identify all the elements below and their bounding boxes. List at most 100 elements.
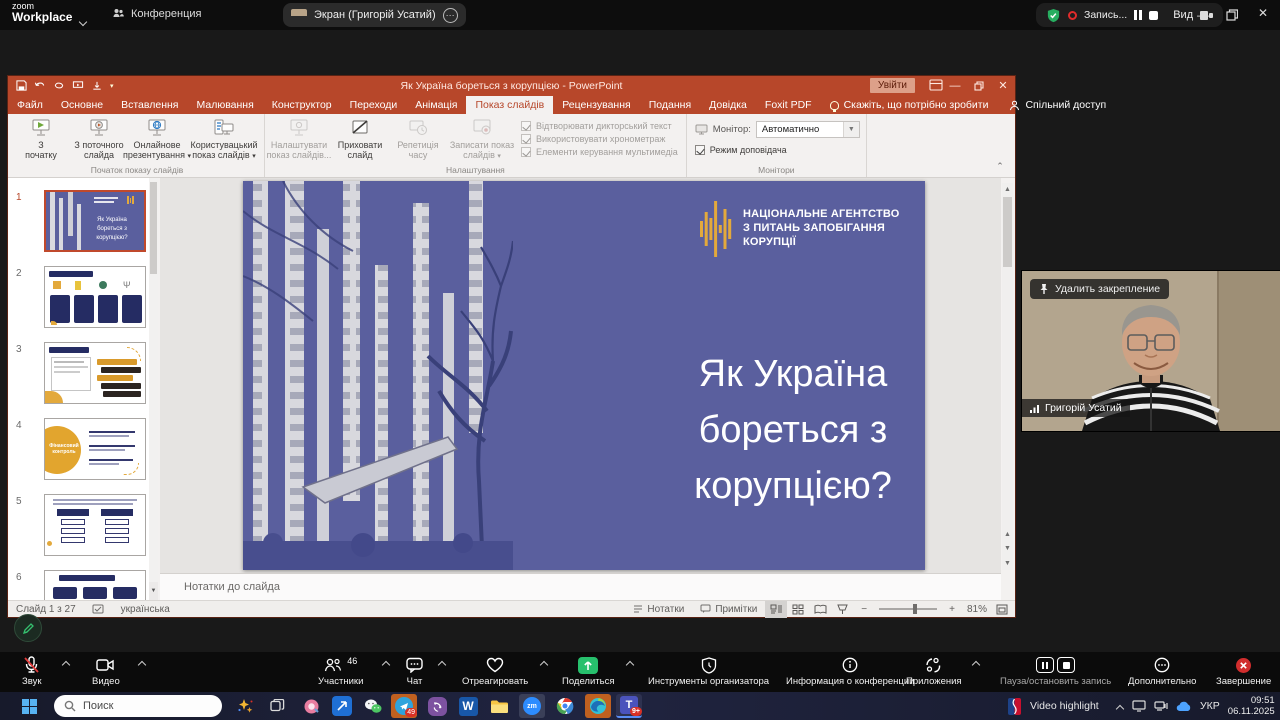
tab-slideshow[interactable]: Показ слайдів — [466, 96, 553, 114]
slide-canvas[interactable]: НАЦІОНАЛЬНЕ АГЕНТСТВО З ПИТАНЬ ЗАПОБІГАН… — [243, 181, 925, 570]
editor-scrollbar[interactable]: ▲ ▲ ▼ ▼ — [1002, 183, 1013, 570]
slide-thumbnail-3[interactable] — [44, 342, 146, 404]
tab-draw[interactable]: Малювання — [187, 96, 262, 114]
slide-sorter-view-button[interactable] — [787, 601, 809, 618]
app-icon-viber[interactable] — [426, 695, 448, 717]
participant-video-tile[interactable]: Удалить закрепление Григорій Усатий — [1022, 271, 1280, 431]
copilot-icon[interactable] — [234, 695, 256, 717]
tab-review[interactable]: Рецензування — [553, 96, 639, 114]
zoom-slider[interactable] — [879, 608, 937, 610]
window-maximize-button[interactable] — [1226, 9, 1238, 21]
stop-recording-icon[interactable] — [1149, 11, 1158, 20]
comments-toggle[interactable]: Примітки — [692, 604, 765, 615]
from-beginning-button[interactable]: З початку — [12, 115, 70, 164]
app-icon-chrome[interactable] — [554, 695, 576, 717]
redo-icon[interactable] — [53, 80, 65, 91]
video-button[interactable]: Видео — [92, 655, 120, 687]
scroll-down-icon[interactable]: ▼ — [1002, 557, 1013, 570]
reading-view-button[interactable] — [809, 601, 831, 618]
app-icon-wechat[interactable] — [362, 695, 384, 717]
next-slide-icon[interactable]: ▼ — [1002, 542, 1013, 555]
hide-slide-button[interactable]: Приховати слайд — [331, 115, 389, 164]
end-meeting-button[interactable]: Завершение — [1216, 655, 1271, 687]
checkbox-media-controls[interactable]: Елементи керування мультимедіа — [521, 147, 678, 157]
share-button[interactable]: Спільний доступ — [997, 96, 1118, 114]
stop-record-icon[interactable] — [1057, 657, 1075, 673]
slideshow-icon[interactable] — [72, 80, 84, 91]
tray-app[interactable]: Video highlight — [1008, 692, 1099, 720]
app-icon-file-explorer[interactable] — [488, 695, 510, 717]
pause-record-icon[interactable] — [1036, 657, 1054, 673]
scroll-down-icon[interactable]: ▼ — [149, 582, 158, 600]
language-indicator[interactable]: УКР — [1200, 700, 1220, 712]
slide-thumbnail-4[interactable]: Фінансовий контроль — [44, 418, 146, 480]
slide-thumbnail-1[interactable]: Як Україна бореться з корупцією? — [44, 190, 146, 252]
from-current-slide-button[interactable]: З поточного слайда — [70, 115, 128, 164]
slide-thumbnail-5[interactable] — [44, 494, 146, 556]
tell-me-box[interactable]: Скажіть, що потрібно зробити — [821, 96, 998, 114]
present-online-button[interactable]: Онлайнове презентування ▾ — [128, 115, 186, 164]
spellcheck-icon[interactable] — [84, 604, 113, 615]
app-icon-word[interactable]: W — [457, 695, 479, 717]
app-icon-edge[interactable] — [585, 694, 611, 718]
checkbox-use-timings[interactable]: Використовувати хронометраж — [521, 134, 678, 144]
tab-animations[interactable]: Анімація — [406, 96, 466, 114]
zoom-out-button[interactable]: − — [853, 604, 875, 615]
ppt-minimize-button[interactable]: — — [943, 76, 967, 95]
scrollbar-thumb[interactable] — [1003, 197, 1012, 267]
thumbnail-scrollbar[interactable]: ▼ — [149, 178, 158, 600]
setup-slideshow-button[interactable]: Налаштувати показ слайдів... — [267, 115, 331, 164]
app-icon-teams[interactable]: T 9+ — [616, 694, 642, 718]
meeting-info-button[interactable]: Информация о конференции — [786, 655, 915, 687]
save-icon[interactable] — [16, 80, 27, 91]
clock[interactable]: 09:51 06.11.2025 — [1228, 695, 1275, 717]
zoom-percentage[interactable]: 81% — [963, 604, 991, 615]
app-icon-snipping[interactable] — [331, 695, 353, 717]
network-icon[interactable] — [1154, 700, 1168, 712]
react-caret[interactable] — [540, 660, 548, 668]
app-icon-photos[interactable] — [300, 695, 322, 717]
tab-transitions[interactable]: Переходи — [341, 96, 407, 114]
security-shield-icon[interactable] — [1046, 8, 1061, 23]
normal-view-button[interactable] — [765, 601, 787, 618]
qat-customize-icon[interactable]: ▾ — [110, 82, 114, 90]
collapse-ribbon-icon[interactable]: ⌃ — [993, 161, 1007, 173]
share-screen-button[interactable]: Поделиться — [562, 655, 614, 687]
window-close-button[interactable]: ✕ — [1252, 6, 1274, 20]
touch-mode-icon[interactable] — [91, 80, 103, 91]
scroll-up-icon[interactable]: ▲ — [1002, 183, 1013, 196]
scrollbar-thumb[interactable] — [150, 182, 157, 274]
tab-help[interactable]: Довідка — [700, 96, 756, 114]
sign-in-button[interactable]: Увійти — [870, 78, 915, 93]
ribbon-display-options-icon[interactable] — [929, 79, 943, 91]
share-caret[interactable] — [626, 660, 634, 668]
host-tools-button[interactable]: Инструменты организатора — [648, 655, 769, 687]
pause-stop-recording-control[interactable]: Пауза/остановить запись — [1000, 655, 1111, 687]
workspace-dropdown-icon[interactable] — [80, 18, 87, 25]
tab-view[interactable]: Подання — [640, 96, 700, 114]
onedrive-icon[interactable] — [1176, 701, 1192, 712]
audio-button[interactable]: Звук — [22, 655, 41, 687]
tab-more-icon[interactable]: ⋯ — [443, 8, 458, 23]
checkbox-presenter-mode[interactable]: Режим доповідача — [695, 145, 787, 155]
monitor-dropdown[interactable]: Автоматично ▼ — [756, 121, 860, 138]
task-view-icon[interactable] — [266, 695, 288, 717]
audio-options-caret[interactable] — [62, 660, 70, 668]
apps-button[interactable]: Приложения — [906, 655, 962, 687]
slide-thumbnail-6[interactable] — [44, 570, 146, 600]
tab-file[interactable]: Файл — [8, 96, 52, 114]
checkbox-play-narrations[interactable]: Відтворювати дикторський текст — [521, 121, 678, 131]
start-button[interactable] — [18, 695, 40, 717]
tab-design[interactable]: Конструктор — [263, 96, 341, 114]
tab-insert[interactable]: Вставлення — [112, 96, 187, 114]
device-icon[interactable] — [1132, 700, 1146, 712]
tab-shared-screen[interactable]: Экран (Григорій Усатий) ⋯ — [283, 3, 466, 27]
more-button[interactable]: Дополнительно — [1128, 655, 1196, 687]
record-slideshow-button[interactable]: Записати показ слайдів ▾ — [447, 115, 517, 164]
zoom-in-button[interactable]: + — [941, 604, 963, 615]
app-icon-telegram[interactable]: 49 — [391, 694, 417, 718]
rehearse-timings-button[interactable]: Репетиція часу — [389, 115, 447, 164]
remove-pin-button[interactable]: Удалить закрепление — [1030, 279, 1169, 299]
window-minimize-button[interactable]: — — [1192, 8, 1214, 22]
notes-pane[interactable]: Нотатки до слайда — [160, 573, 1001, 600]
